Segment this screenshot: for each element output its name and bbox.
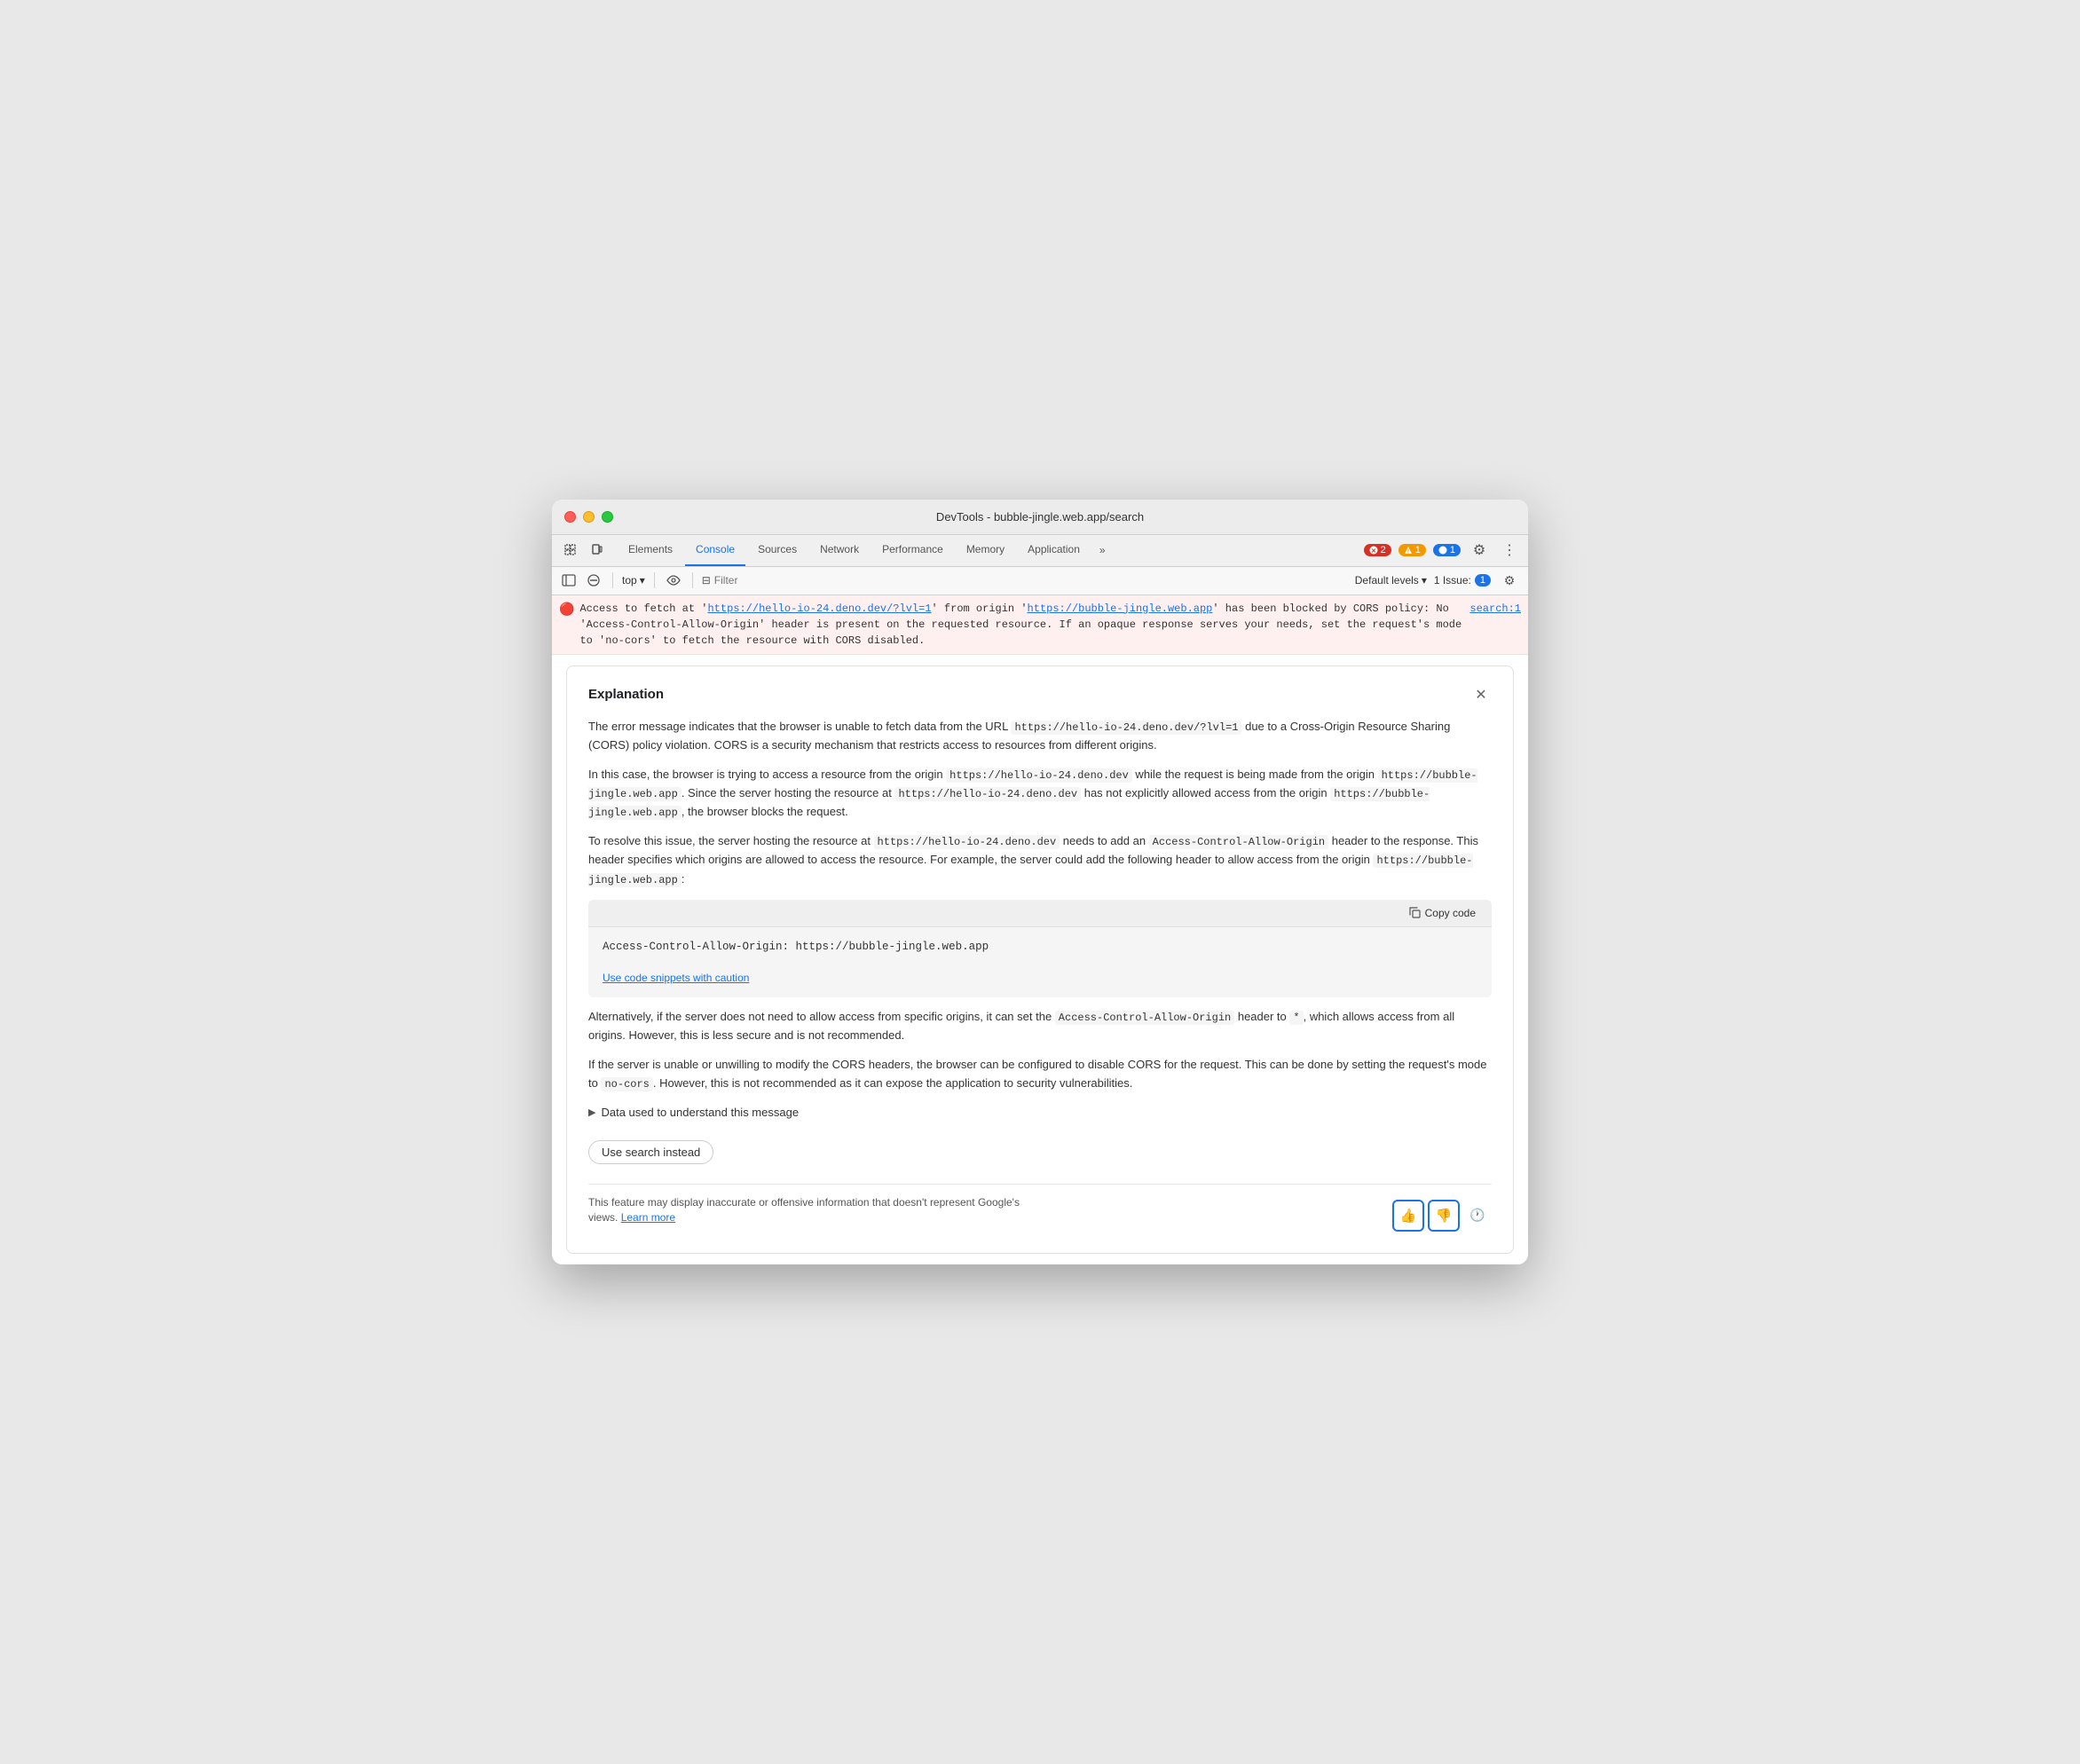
error-circle-icon: 🔴 [559,602,574,649]
data-disclosure-label: Data used to understand this message [601,1104,799,1122]
error-file-link[interactable]: search:1 [1469,601,1521,649]
sidebar-toggle-icon[interactable] [559,571,579,590]
maximize-window-button[interactable] [602,511,613,523]
explanation-p2: In this case, the browser is trying to a… [588,766,1492,823]
explanation-title: Explanation [588,687,664,702]
error-badge[interactable]: ✕ 2 [1364,544,1391,556]
data-disclosure-toggle[interactable]: ▶ Data used to understand this message [588,1104,1492,1122]
tab-elements[interactable]: Elements [618,534,683,566]
tab-application[interactable]: Application [1017,534,1091,566]
device-toolbar-icon[interactable] [586,539,609,562]
error-url1-link[interactable]: https://hello-io-24.deno.dev/?lvl=1 [707,602,931,615]
traffic-lights [564,511,613,523]
clear-console-icon[interactable] [584,571,603,590]
feedback-buttons: 👍 👎 🕐 [1392,1200,1492,1232]
feedback-disclaimer: This feature may display inaccurate or o… [588,1195,1032,1225]
thumbs-up-button[interactable]: 👍 [1392,1200,1424,1232]
close-window-button[interactable] [564,511,576,523]
minimize-window-button[interactable] [583,511,595,523]
context-selector[interactable]: top ▾ [622,574,645,587]
console-content: 🔴 Access to fetch at 'https://hello-io-2… [552,595,1528,1265]
log-levels-select[interactable]: Default levels ▾ [1355,574,1427,587]
devtools-panel: Elements Console Sources Network Perform… [552,535,1528,1265]
learn-more-link[interactable]: Learn more [621,1211,675,1224]
console-settings-icon[interactable]: ⚙ [1498,569,1521,592]
devtools-window: DevTools - bubble-jingle.web.app/search [552,500,1528,1265]
filter-icon: ⊟ [702,574,711,587]
explanation-panel: Explanation ✕ The error message indicate… [566,665,1514,1255]
explanation-p4: Alternatively, if the server does not ne… [588,1008,1492,1045]
explanation-header: Explanation ✕ [588,684,1492,705]
window-title: DevTools - bubble-jingle.web.app/search [936,510,1144,524]
devtools-more-icon[interactable]: ⋮ [1498,539,1521,562]
disclosure-triangle-icon: ▶ [588,1106,595,1122]
tab-memory[interactable]: Memory [956,534,1015,566]
toolbar-right: Default levels ▾ 1 Issue: 1 ⚙ [1355,569,1521,592]
filter-input[interactable] [714,574,1350,587]
use-search-button[interactable]: Use search instead [588,1140,713,1164]
code-block: Copy code Access-Control-Allow-Origin: h… [588,900,1492,997]
eye-icon[interactable] [664,571,683,590]
explanation-p1: The error message indicates that the bro… [588,718,1492,755]
toolbar-divider-2 [654,572,655,588]
svg-text:!: ! [1407,549,1409,555]
error-url2-link[interactable]: https://bubble-jingle.web.app [1028,602,1213,615]
issue-count-badge: 1 [1475,574,1491,587]
copy-code-button[interactable]: Copy code [1404,905,1481,921]
code-block-header: Copy code [588,900,1492,927]
explanation-p3: To resolve this issue, the server hostin… [588,832,1492,889]
toolbar-divider-3 [692,572,693,588]
devtools-settings-icon[interactable]: ⚙ [1468,539,1491,562]
tab-network[interactable]: Network [809,534,870,566]
svg-text:✕: ✕ [1371,548,1376,555]
error-text: Access to fetch at 'https://hello-io-24.… [579,601,1464,649]
tab-badges: ✕ 2 ! 1 1 ⚙ ⋮ [1364,539,1521,562]
tab-performance[interactable]: Performance [871,534,954,566]
tab-sources[interactable]: Sources [747,534,808,566]
feedback-row: This feature may display inaccurate or o… [588,1184,1492,1236]
warning-badge[interactable]: ! 1 [1398,544,1426,556]
console-toolbar: top ▾ ⊟ Default levels ▾ [552,567,1528,595]
thumbs-down-button[interactable]: 👎 [1428,1200,1460,1232]
toolbar-divider-1 [612,572,613,588]
explanation-p5: If the server is unable or unwilling to … [588,1056,1492,1093]
titlebar: DevTools - bubble-jingle.web.app/search [552,500,1528,535]
tab-overflow-button[interactable]: » [1094,534,1111,566]
caution-link[interactable]: Use code snippets with caution [588,966,1492,997]
filter-area: ⊟ [702,574,1350,587]
tab-console[interactable]: Console [685,534,745,566]
more-options-button[interactable]: 🕐 [1463,1201,1492,1230]
issue-badge[interactable]: 1 Issue: 1 [1434,574,1491,587]
inspect-element-icon[interactable] [559,539,582,562]
cors-error-row: 🔴 Access to fetch at 'https://hello-io-2… [552,595,1528,655]
tab-bar: Elements Console Sources Network Perform… [552,535,1528,567]
explanation-body: The error message indicates that the bro… [588,718,1492,1236]
info-badge[interactable]: 1 [1433,544,1461,556]
code-snippet: Access-Control-Allow-Origin: https://bub… [588,927,1492,966]
explanation-close-button[interactable]: ✕ [1470,684,1492,705]
tab-bar-icons [559,539,609,562]
